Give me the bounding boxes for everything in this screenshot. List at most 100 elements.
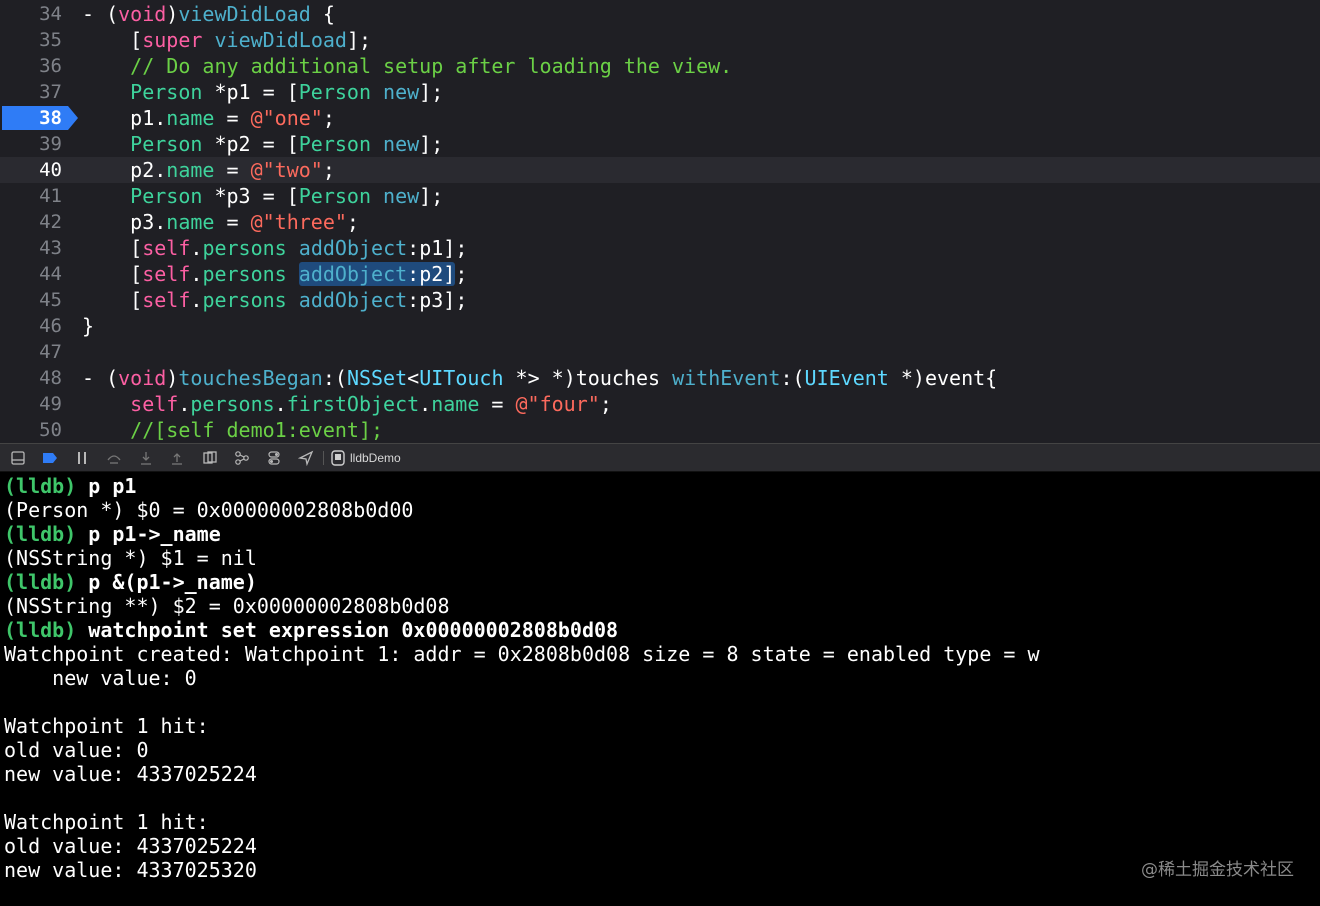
code-token: p1. — [82, 106, 167, 130]
code-token: [ — [82, 288, 143, 312]
code-token: void — [118, 2, 167, 26]
line-number: 50 — [39, 419, 62, 441]
line-number: 46 — [39, 315, 62, 337]
code-line[interactable]: 48- (void)touchesBegan:(NSSet<UITouch *>… — [0, 365, 1320, 391]
step-out-icon[interactable] — [169, 450, 185, 466]
text-selection[interactable]: addObject:p2] — [298, 262, 456, 286]
code-text: Person *p1 = [Person new]; — [82, 79, 443, 105]
code-token: //[self demo1:event]; — [82, 418, 384, 442]
code-token: persons — [202, 262, 287, 286]
console-output-line: (NSString **) $2 = 0x00000002808b0d08 — [4, 594, 450, 618]
code-token: @"three" — [250, 210, 347, 234]
code-token: UITouch — [419, 366, 504, 390]
code-text: [self.persons addObject:p2]; — [82, 261, 467, 287]
breakpoint-marker[interactable]: 38 — [2, 106, 78, 130]
code-token: Person — [298, 80, 371, 104]
code-token: . — [190, 288, 203, 312]
code-line[interactable]: 46} — [0, 313, 1320, 339]
code-token: :p3]; — [407, 288, 468, 312]
code-token: *p1 = [ — [202, 80, 299, 104]
code-line[interactable]: 37 Person *p1 = [Person new]; — [0, 79, 1320, 105]
code-line[interactable]: 42 p3.name = @"three"; — [0, 209, 1320, 235]
code-token: *)event{ — [888, 366, 998, 390]
code-token: p2. — [82, 158, 167, 182]
code-token: name — [166, 210, 215, 234]
code-token: ]; — [346, 28, 372, 52]
line-number: 40 — [39, 159, 62, 181]
breakpoints-toggle-icon[interactable] — [42, 450, 58, 466]
code-line[interactable]: 47 — [0, 339, 1320, 365]
code-token: Person — [298, 132, 371, 156]
code-line[interactable]: 44 [self.persons addObject:p2]; — [0, 261, 1320, 287]
code-token: :p1]; — [407, 236, 468, 260]
code-line[interactable]: 34 - (void)viewDidLoad { — [0, 1, 1320, 27]
code-token: . — [274, 392, 287, 416]
step-into-icon[interactable] — [138, 450, 154, 466]
process-label[interactable]: lldbDemo — [350, 451, 401, 465]
line-number: 49 — [39, 393, 62, 415]
step-over-icon[interactable] — [106, 450, 122, 466]
code-token: [ — [82, 28, 143, 52]
memory-graph-icon[interactable] — [234, 450, 250, 466]
source-editor[interactable]: 34- (void)viewDidLoad {35 [super viewDid… — [0, 0, 1320, 443]
line-number: 45 — [39, 289, 62, 311]
lldb-prompt: (lldb) — [4, 570, 77, 594]
code-token: self — [142, 288, 191, 312]
code-text: p1.name = @"one"; — [82, 105, 335, 131]
code-line[interactable]: 50 //[self demo1:event]; — [0, 417, 1320, 443]
code-token: = — [214, 158, 251, 182]
console-output-line: new value: 0 — [4, 666, 197, 690]
line-number: 35 — [39, 29, 62, 51]
console-output-line: Watchpoint created: Watchpoint 1: addr =… — [4, 642, 1040, 666]
environment-overrides-icon[interactable] — [266, 450, 282, 466]
code-line[interactable]: 36 // Do any additional setup after load… — [0, 53, 1320, 79]
console-output-line: (NSString *) $1 = nil — [4, 546, 257, 570]
code-token: . — [190, 236, 203, 260]
code-token: = — [214, 210, 251, 234]
code-token: ]; — [419, 184, 444, 208]
console-output-line: old value: 4337025224 — [4, 834, 257, 858]
code-line[interactable]: 49 self.persons.firstObject.name = @"fou… — [0, 391, 1320, 417]
hide-console-icon[interactable] — [10, 450, 26, 466]
console-output-line: Watchpoint 1 hit: — [4, 810, 209, 834]
pause-icon[interactable] — [74, 450, 90, 466]
code-text: p2.name = @"two"; — [82, 157, 335, 183]
code-token: void — [118, 366, 167, 390]
code-token: @"four" — [515, 392, 600, 416]
console-output-line: old value: 0 — [4, 738, 149, 762]
console-command-line: (lldb) p p1 — [4, 474, 136, 498]
code-token: self — [82, 392, 179, 416]
view-hierarchy-icon[interactable] — [202, 450, 218, 466]
code-line[interactable]: 35 [super viewDidLoad]; — [0, 27, 1320, 53]
code-text: [self.persons addObject:p3]; — [82, 287, 467, 313]
code-token: new — [383, 80, 420, 104]
code-token: persons — [202, 288, 287, 312]
code-token: - ( — [82, 366, 119, 390]
line-number: 41 — [39, 185, 62, 207]
code-token: Person — [130, 132, 203, 156]
console-output-line: new value: 4337025320 — [4, 858, 257, 882]
code-line[interactable]: 43 [self.persons addObject:p1]; — [0, 235, 1320, 261]
code-token: p3. — [82, 210, 167, 234]
code-line[interactable]: 41 Person *p3 = [Person new]; — [0, 183, 1320, 209]
code-line[interactable]: 38 p1.name = @"one"; — [0, 105, 1320, 131]
code-token: ) — [166, 2, 179, 26]
code-token: firstObject — [286, 392, 420, 416]
debug-console[interactable]: (lldb) p p1 (Person *) $0 = 0x00000002808… — [0, 472, 1320, 906]
code-line[interactable]: 45 [self.persons addObject:p3]; — [0, 287, 1320, 313]
code-text: } — [82, 313, 94, 339]
lldb-prompt: (lldb) — [4, 474, 77, 498]
code-token: persons — [190, 392, 275, 416]
code-text: p3.name = @"three"; — [82, 209, 359, 235]
code-token: { — [310, 2, 335, 26]
code-line[interactable]: 40 p2.name = @"two"; — [0, 157, 1320, 183]
code-token: } — [82, 314, 95, 338]
code-token: = — [214, 106, 251, 130]
code-line[interactable]: 39 Person *p2 = [Person new]; — [0, 131, 1320, 157]
simulate-location-icon[interactable] — [298, 450, 314, 466]
